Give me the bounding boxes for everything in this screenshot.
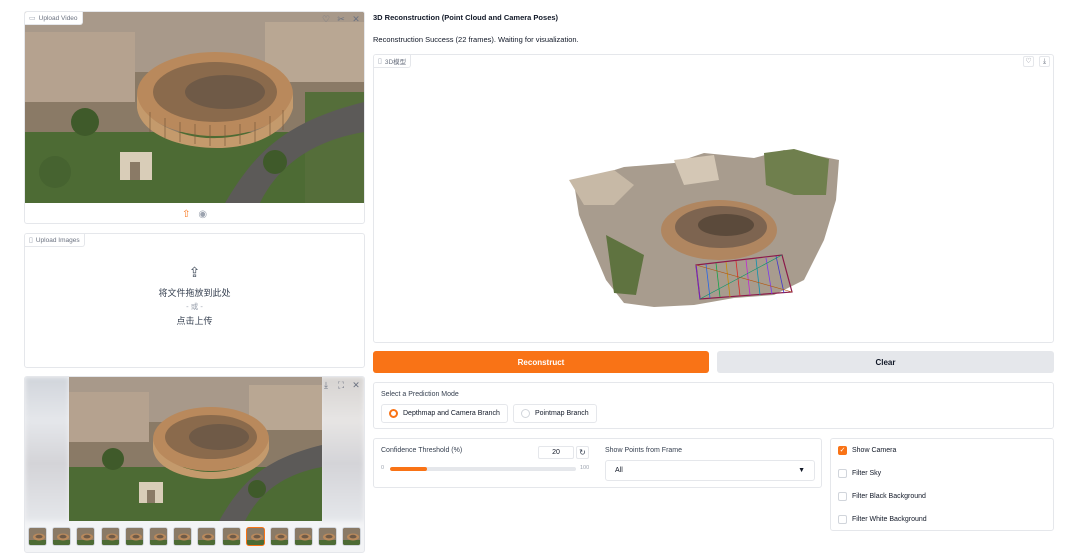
radio-depthmap-camera[interactable]: Depthmap and Camera Branch <box>381 404 508 423</box>
heart-icon[interactable]: ♡ <box>321 13 331 25</box>
drop-zone[interactable]: ⇪ 将文件拖放到此处 - 或 - 点击上传 <box>25 264 364 327</box>
colosseum-gallery-frame <box>69 377 322 521</box>
images-upload-panel[interactable]: ▯ Upload Images ⇪ 将文件拖放到此处 - 或 - 点击上传 <box>24 233 365 368</box>
gallery-actions: ⤓ ⛶ ✕ <box>321 379 361 391</box>
reset-icon[interactable]: ↻ <box>576 446 589 459</box>
filter-options-panel: ✓ Show Camera Filter Sky Filter Black Ba… <box>830 438 1054 531</box>
checkbox-checked-icon: ✓ <box>838 446 847 455</box>
thumbnail-strip <box>28 527 362 546</box>
heart-icon[interactable]: ♡ <box>1023 56 1034 67</box>
point-cloud-arena <box>698 214 754 236</box>
model-tag: ▯ 3D模型 <box>374 55 412 68</box>
slider-min-label: 0 <box>381 465 385 471</box>
radio-depthmap-label: Depthmap and Camera Branch <box>403 410 500 417</box>
model-viewer-panel[interactable]: ▯ 3D模型 ♡ ⤓ <box>373 54 1054 343</box>
model-actions: ♡ ⤓ <box>1023 56 1050 67</box>
gallery-thumbnail[interactable] <box>294 527 314 546</box>
scissors-icon[interactable]: ✂ <box>336 13 346 25</box>
colosseum-video-frame <box>25 12 364 203</box>
frame-filter-value: All <box>615 467 623 474</box>
fullscreen-icon[interactable]: ⛶ <box>336 379 346 391</box>
drop-text: 将文件拖放到此处 <box>158 288 231 298</box>
video-preview[interactable] <box>25 12 364 203</box>
filter-black-label: Filter Black Background <box>852 493 926 500</box>
gallery-thumbnail[interactable] <box>318 527 338 546</box>
gallery-thumbnail[interactable] <box>342 527 362 546</box>
radio-unselected-icon <box>521 409 530 418</box>
radio-pointmap[interactable]: Pointmap Branch <box>513 404 597 423</box>
page-title: 3D Reconstruction (Point Cloud and Camer… <box>373 13 559 22</box>
gallery-thumbnail[interactable] <box>100 527 120 546</box>
filter-white-label: Filter White Background <box>852 516 927 523</box>
checkbox-unchecked-icon <box>838 515 847 524</box>
video-camera-icon: ▭ <box>29 15 36 22</box>
click-upload-text: 点击上传 <box>176 316 213 326</box>
video-source-controls: ⇧ ◉ <box>25 205 364 223</box>
file-icon: ▯ <box>378 58 382 65</box>
reconstruct-button[interactable]: Reconstruct <box>373 351 709 373</box>
checkbox-filter-sky[interactable]: Filter Sky <box>838 469 881 478</box>
upload-video-label: Upload Video <box>38 14 78 22</box>
upload-tray-icon: ⇪ <box>188 264 201 280</box>
upload-images-tag: ▯ Upload Images <box>25 234 85 247</box>
confidence-label: Confidence Threshold (%) <box>381 447 463 454</box>
gallery-thumbnail[interactable] <box>221 527 241 546</box>
gallery-thumbnail[interactable] <box>245 527 265 546</box>
slider-fill <box>390 467 428 471</box>
point-cloud-canvas[interactable] <box>374 55 1053 342</box>
radio-selected-icon <box>389 409 398 418</box>
checkbox-show-camera[interactable]: ✓ Show Camera <box>838 446 896 455</box>
checkbox-unchecked-icon <box>838 492 847 501</box>
confidence-panel: Confidence Threshold (%) 20 ↻ 0 100 Show… <box>373 438 822 488</box>
confidence-slider[interactable] <box>390 467 576 471</box>
webcam-icon[interactable]: ◉ <box>198 209 207 220</box>
file-icon: ▯ <box>29 237 33 244</box>
gallery-thumbnail[interactable] <box>52 527 72 546</box>
frame-gallery: ⤓ ⛶ ✕ <box>24 376 365 553</box>
frame-filter-label: Show Points from Frame <box>605 447 683 454</box>
gallery-thumbnail[interactable] <box>197 527 217 546</box>
gallery-thumbnail[interactable] <box>76 527 96 546</box>
model-label: 3D模型 <box>384 59 407 66</box>
status-text: Reconstruction Success (22 frames). Wait… <box>373 35 579 44</box>
or-text: - 或 - <box>186 302 203 311</box>
upload-video-tag: ▭ Upload Video <box>25 12 83 25</box>
gallery-blur-right <box>320 377 364 521</box>
gallery-thumbnail[interactable] <box>148 527 168 546</box>
caret-down-icon: ▼ <box>798 467 805 474</box>
video-actions: ♡ ✂ ✕ <box>321 13 361 25</box>
confidence-number-input[interactable]: 20 <box>538 446 574 459</box>
close-icon[interactable]: ✕ <box>351 13 361 25</box>
download-icon[interactable]: ⤓ <box>1039 56 1050 67</box>
gallery-thumbnail[interactable] <box>28 527 47 546</box>
gallery-thumbnail[interactable] <box>269 527 289 546</box>
checkbox-unchecked-icon <box>838 469 847 478</box>
filter-sky-label: Filter Sky <box>852 470 882 477</box>
slider-max-label: 100 <box>580 465 590 471</box>
upload-icon[interactable]: ⇧ <box>182 209 190 220</box>
show-camera-label: Show Camera <box>852 447 897 454</box>
frame-filter-select[interactable]: All ▼ <box>605 460 815 481</box>
checkbox-filter-black-bg[interactable]: Filter Black Background <box>838 492 926 501</box>
prediction-mode-label: Select a Prediction Mode <box>381 391 459 398</box>
gallery-blur-left <box>25 377 69 521</box>
radio-pointmap-label: Pointmap Branch <box>535 410 589 417</box>
gallery-main-image[interactable] <box>69 377 322 521</box>
clear-button[interactable]: Clear <box>717 351 1054 373</box>
gallery-thumbnail[interactable] <box>173 527 193 546</box>
download-icon[interactable]: ⤓ <box>321 379 331 391</box>
gallery-thumbnail[interactable] <box>124 527 144 546</box>
prediction-mode-panel: Select a Prediction Mode Depthmap and Ca… <box>373 382 1054 429</box>
close-icon[interactable]: ✕ <box>351 379 361 391</box>
upload-images-label: Upload Images <box>35 236 80 244</box>
video-upload-panel: ▭ Upload Video ♡ ✂ ✕ ⇧ ◉ <box>24 11 365 224</box>
checkbox-filter-white-bg[interactable]: Filter White Background <box>838 515 927 524</box>
